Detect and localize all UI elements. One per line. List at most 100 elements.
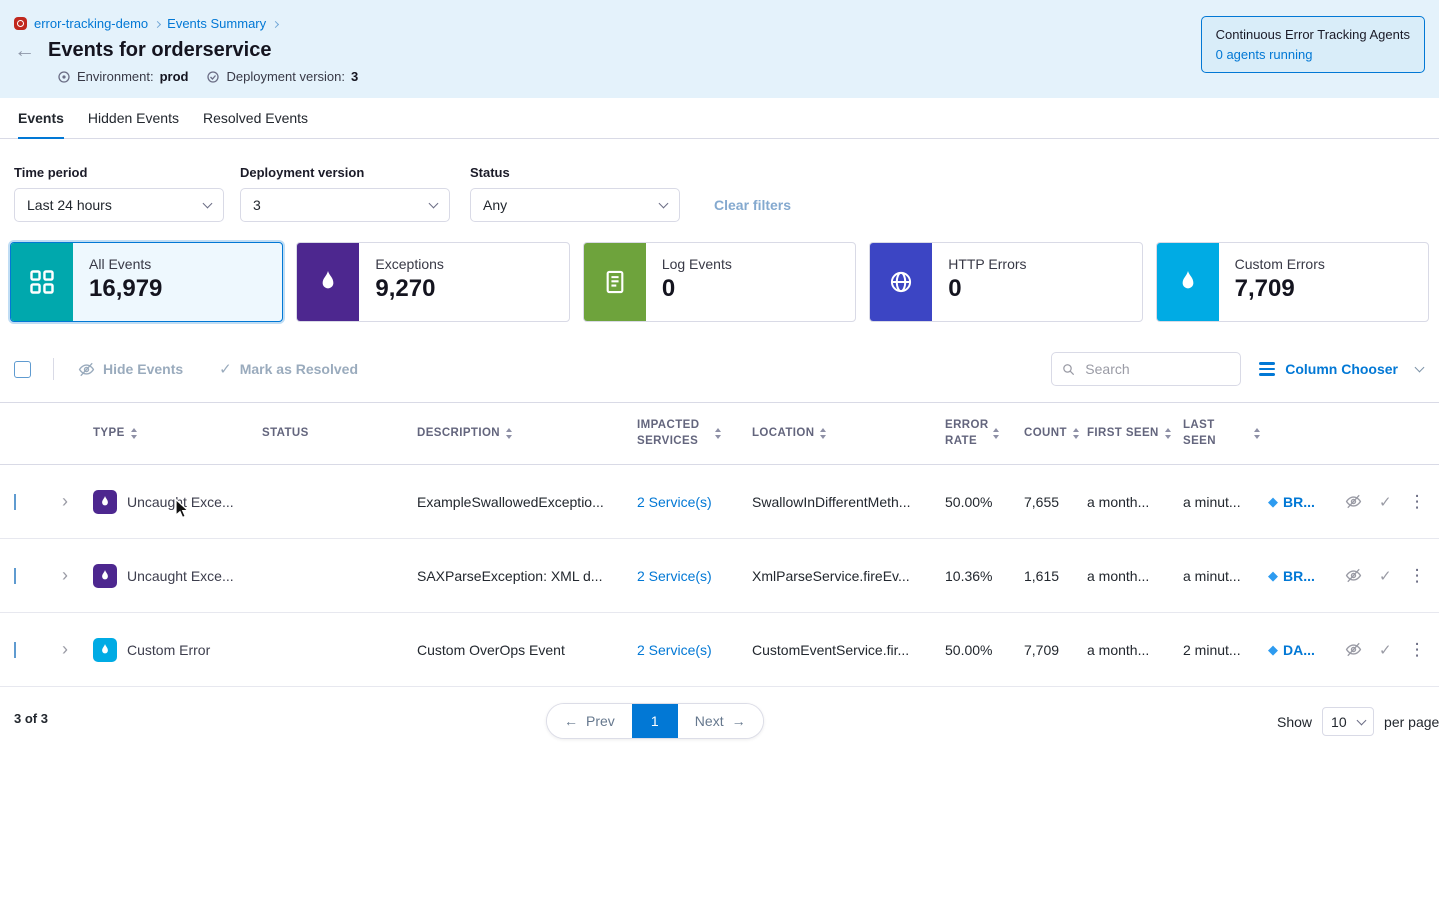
arrow-right-icon: →: [732, 713, 746, 729]
search-input[interactable]: [1083, 360, 1230, 378]
environment-label: Environment:: [77, 69, 154, 84]
status-value: Any: [483, 197, 507, 213]
sort-icon[interactable]: [505, 427, 514, 440]
column-header-last-seen[interactable]: LAST SEEN: [1183, 418, 1268, 449]
breadcrumb-link-project[interactable]: error-tracking-demo: [34, 16, 148, 31]
ticket-badge[interactable]: ◆DA...: [1268, 642, 1345, 658]
row-checkbox[interactable]: [14, 494, 16, 510]
toolbar-divider: [53, 358, 54, 380]
table-row[interactable]: › Custom Error Custom OverOps Event 2 Se…: [0, 613, 1439, 687]
card-exceptions[interactable]: Exceptions 9,270: [296, 242, 569, 322]
resolve-event-icon[interactable]: ✓: [1379, 567, 1392, 585]
chevron-down-icon: [1357, 715, 1367, 725]
location-cell: XmlParseService.fireEv...: [752, 568, 945, 584]
impacted-services-link[interactable]: 2 Service(s): [637, 568, 752, 584]
sort-icon[interactable]: [714, 427, 723, 440]
impacted-services-link[interactable]: 2 Service(s): [637, 494, 752, 510]
check-icon: ✓: [219, 360, 232, 378]
column-header-status[interactable]: STATUS: [262, 426, 417, 442]
card-value: 7,709: [1235, 275, 1325, 303]
column-header-location[interactable]: LOCATION: [752, 426, 945, 442]
sort-icon[interactable]: [819, 427, 828, 440]
ticket-badge[interactable]: ◆BR...: [1268, 568, 1345, 584]
error-rate-cell: 50.00%: [945, 494, 1024, 510]
description-cell: Custom OverOps Event: [417, 642, 637, 658]
ticket-badge[interactable]: ◆BR...: [1268, 494, 1345, 510]
resolve-event-icon[interactable]: ✓: [1379, 641, 1392, 659]
status-filter: Status Any: [470, 165, 680, 222]
deployment-version-icon: [206, 70, 220, 84]
current-page-button[interactable]: 1: [632, 704, 678, 738]
status-select[interactable]: Any: [470, 188, 680, 222]
card-all-events[interactable]: All Events 16,979: [10, 242, 283, 322]
column-chooser-button[interactable]: Column Chooser: [1259, 361, 1423, 377]
column-header-error-rate[interactable]: ERROR RATE: [945, 418, 1024, 449]
card-label: All Events: [89, 256, 162, 272]
column-header-type[interactable]: TYPE: [93, 426, 262, 442]
sort-icon[interactable]: [992, 427, 1001, 440]
sort-icon[interactable]: [1164, 427, 1173, 440]
prev-page-button[interactable]: ← Prev: [547, 704, 632, 738]
column-header-impacted-services[interactable]: IMPACTED SERVICES: [637, 418, 752, 449]
flame-icon: [93, 564, 117, 588]
card-log-events[interactable]: Log Events 0: [583, 242, 856, 322]
row-menu-icon[interactable]: ⋮: [1409, 640, 1426, 660]
tab-hidden-events[interactable]: Hidden Events: [88, 98, 179, 139]
mark-resolved-button[interactable]: ✓ Mark as Resolved: [219, 360, 358, 378]
back-button[interactable]: ←: [14, 40, 35, 61]
hide-event-icon[interactable]: [1345, 493, 1362, 510]
flame-icon: [297, 243, 359, 321]
hide-events-label: Hide Events: [103, 361, 183, 377]
table-row[interactable]: › Uncaught Exce... SAXParseException: XM…: [0, 539, 1439, 613]
page-title: Events for orderservice: [48, 39, 271, 62]
agents-panel: Continuous Error Tracking Agents 0 agent…: [1201, 16, 1425, 73]
column-header-first-seen[interactable]: FIRST SEEN: [1087, 426, 1183, 442]
row-actions: ✓ ⋮: [1345, 566, 1439, 586]
card-value: 0: [662, 275, 732, 303]
sort-icon[interactable]: [130, 427, 139, 440]
tab-resolved-events[interactable]: Resolved Events: [203, 98, 308, 139]
select-all-checkbox[interactable]: [14, 361, 31, 378]
agents-running-link[interactable]: 0 agents running: [1216, 47, 1410, 62]
tab-bar: Events Hidden Events Resolved Events: [0, 98, 1439, 139]
time-period-select[interactable]: Last 24 hours: [14, 188, 224, 222]
tab-events[interactable]: Events: [18, 98, 64, 139]
expand-row-chevron-icon[interactable]: ›: [58, 491, 93, 512]
row-checkbox[interactable]: [14, 642, 16, 658]
column-header-count[interactable]: COUNT: [1024, 426, 1087, 442]
show-label: Show: [1277, 714, 1312, 730]
error-rate-cell: 10.36%: [945, 568, 1024, 584]
card-body: All Events 16,979: [73, 243, 178, 321]
card-label: Log Events: [662, 256, 732, 272]
column-header-description[interactable]: DESCRIPTION: [417, 426, 637, 442]
deployment-label: Deployment version:: [226, 69, 345, 84]
count-cell: 7,655: [1024, 494, 1087, 510]
sort-icon[interactable]: [1253, 427, 1262, 440]
table-row[interactable]: › Uncaught Exce... ExampleSwallowedExcep…: [0, 465, 1439, 539]
page-size-select[interactable]: 10: [1322, 707, 1374, 736]
breadcrumb-link-events-summary[interactable]: Events Summary: [167, 16, 266, 31]
next-page-button[interactable]: Next →: [678, 704, 763, 738]
card-http-errors[interactable]: HTTP Errors 0: [869, 242, 1142, 322]
resolve-event-icon[interactable]: ✓: [1379, 493, 1392, 511]
hide-events-button[interactable]: Hide Events: [78, 361, 183, 378]
environment-value: prod: [160, 69, 189, 84]
environment-meta: Environment: prod: [57, 69, 188, 84]
impacted-services-link[interactable]: 2 Service(s): [637, 642, 752, 658]
expand-row-chevron-icon[interactable]: ›: [58, 565, 93, 586]
row-checkbox[interactable]: [14, 568, 16, 584]
hide-event-icon[interactable]: [1345, 567, 1362, 584]
row-menu-icon[interactable]: ⋮: [1409, 492, 1426, 512]
error-tracking-module-icon: [14, 17, 27, 30]
deployment-version-select[interactable]: 3: [240, 188, 450, 222]
sort-icon[interactable]: [1072, 427, 1081, 440]
row-menu-icon[interactable]: ⋮: [1409, 566, 1426, 586]
event-type-cell: Uncaught Exce...: [93, 564, 262, 588]
expand-row-chevron-icon[interactable]: ›: [58, 639, 93, 660]
card-custom-errors[interactable]: Custom Errors 7,709: [1156, 242, 1429, 322]
clear-filters-button[interactable]: Clear filters: [714, 197, 791, 213]
card-body: HTTP Errors 0: [932, 243, 1042, 321]
hide-event-icon[interactable]: [1345, 641, 1362, 658]
chevron-down-icon: [203, 199, 213, 209]
hamburger-icon: [1259, 362, 1275, 376]
